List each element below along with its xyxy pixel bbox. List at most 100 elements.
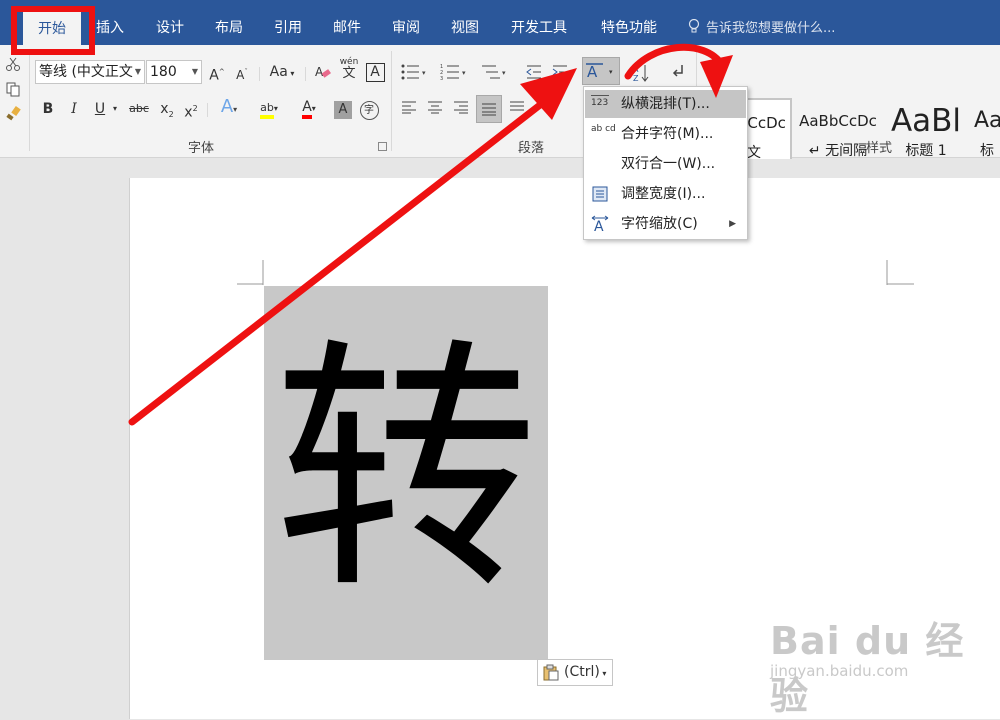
divider — [207, 103, 208, 117]
text-effects-button[interactable]: A▾ — [214, 95, 244, 119]
multilevel-list-button[interactable]: ▾ — [478, 60, 512, 84]
cut-button[interactable] — [2, 53, 24, 77]
distributed-button[interactable] — [506, 97, 528, 121]
ribbon: 等线 (中文正文 ▼ 180 ▼ A^ Aˇ Aa ▾ A wén 文 A B … — [0, 45, 1000, 168]
increase-indent-icon — [552, 65, 567, 79]
menu-item-two-lines-in-one[interactable]: 双行合一(W)... — [585, 150, 746, 178]
submenu-arrow-icon: ▶ — [729, 219, 736, 229]
up-caret-icon: ^ — [218, 68, 225, 76]
align-center-button[interactable] — [424, 97, 446, 121]
svg-text:A: A — [587, 63, 598, 81]
menu-item-label: 字符缩放(C) — [621, 216, 698, 232]
justify-button[interactable] — [476, 95, 502, 123]
tab-layout[interactable]: 布局 — [207, 8, 251, 45]
sort-az-icon: AZ — [633, 65, 649, 83]
paragraph-group-label: 段落 — [518, 141, 545, 156]
align-right-button[interactable] — [450, 97, 472, 121]
tab-view[interactable]: 视图 — [443, 8, 487, 45]
selected-character[interactable]: 转 — [264, 286, 548, 660]
chevron-down-icon: ▼ — [191, 67, 198, 76]
font-dialog-launcher[interactable] — [378, 142, 387, 151]
svg-text:A: A — [633, 65, 639, 74]
copy-icon — [6, 82, 20, 97]
shrink-font-button[interactable]: Aˇ — [231, 60, 253, 84]
phonetic-guide-button[interactable]: wén 文 — [338, 56, 360, 86]
font-color-label: A — [302, 99, 312, 119]
distributed-icon — [510, 101, 524, 111]
font-size-combo[interactable]: 180 ▼ — [146, 60, 202, 84]
svg-text:A: A — [315, 65, 324, 79]
character-border-button[interactable]: A — [364, 60, 386, 84]
multilevel-list-icon: ▾ — [482, 65, 506, 79]
italic-button[interactable]: I — [63, 97, 85, 121]
show-hide-marks-button[interactable] — [667, 60, 689, 84]
chevron-down-icon: ▾ — [273, 104, 278, 113]
menu-item-combine-vertical-horizontal[interactable]: 123 纵横混排(T)... — [585, 90, 746, 118]
combine-characters-icon: ab cd — [591, 124, 616, 134]
svg-text:A: A — [594, 219, 604, 233]
character-shading-button[interactable]: A — [332, 97, 354, 121]
highlight-button[interactable]: ab▾ — [252, 95, 286, 119]
change-case-button[interactable]: Aa ▾ — [264, 60, 300, 84]
enclose-characters-button[interactable]: 字 — [358, 97, 380, 121]
asian-layout-icon: A ▾ — [586, 63, 613, 81]
font-size-value: 180 — [150, 64, 177, 80]
bullet-list-icon: ▾ — [401, 64, 426, 80]
menu-item-character-scaling[interactable]: A 字符缩放(C) ▶ — [585, 210, 746, 238]
style-no-spacing[interactable]: AaBbCcDc ↵ 无间隔 — [796, 98, 880, 168]
font-color-button[interactable]: A▾ — [292, 95, 326, 119]
paste-options-button[interactable]: (Ctrl) ▾ — [537, 659, 613, 686]
sort-button[interactable]: AZ — [630, 60, 652, 84]
style-title[interactable]: Aa 标 — [974, 98, 1000, 168]
tab-references[interactable]: 引用 — [266, 8, 310, 45]
margin-crop-mark — [886, 260, 914, 285]
subscript-mark: 2 — [168, 109, 174, 119]
down-caret-icon: ˇ — [244, 68, 248, 76]
superscript-button[interactable]: x2 — [180, 97, 202, 121]
font-name-value: 等线 (中文正文 — [39, 64, 133, 80]
menu-item-fit-text[interactable]: 调整宽度(I)... — [585, 180, 746, 208]
chevron-down-icon: ▾ — [311, 104, 316, 113]
tab-review[interactable]: 审阅 — [384, 8, 428, 45]
bold-button[interactable]: B — [37, 97, 59, 121]
watermark-url: jingyan.baidu.com — [770, 662, 909, 680]
tab-special-features[interactable]: 特色功能 — [592, 8, 666, 45]
subscript-button[interactable]: x2 — [156, 97, 178, 121]
numbering-button[interactable]: 1 2 3 ▾ — [438, 60, 472, 84]
subscript-base: x — [160, 101, 169, 117]
svg-text:▾: ▾ — [422, 69, 426, 77]
format-painter-button[interactable] — [2, 103, 24, 127]
asian-layout-button[interactable]: A ▾ — [582, 57, 620, 85]
style-heading-1[interactable]: AaBl 标题 1 — [886, 98, 966, 168]
chevron-down-icon: ▾ — [599, 669, 607, 678]
enclose-characters-label: 字 — [359, 101, 379, 120]
strikethrough-button[interactable]: abc — [125, 97, 153, 121]
clear-formatting-button[interactable]: A — [312, 60, 334, 84]
tab-developer[interactable]: 开发工具 — [502, 8, 576, 45]
menu-item-combine-characters[interactable]: ab cd 合并字符(M)... — [585, 120, 746, 148]
tab-mailings[interactable]: 邮件 — [325, 8, 369, 45]
fit-text-icon — [592, 186, 608, 202]
underline-dropdown[interactable]: ▾ — [110, 97, 120, 121]
divider — [305, 67, 306, 81]
svg-text:▾: ▾ — [609, 68, 613, 76]
justify-icon — [482, 103, 496, 116]
grow-font-button[interactable]: A^ — [206, 60, 228, 84]
increase-indent-button[interactable] — [549, 60, 571, 84]
align-left-button[interactable] — [398, 97, 420, 121]
character-border-label: A — [365, 63, 385, 82]
decrease-indent-button[interactable] — [523, 60, 545, 84]
style-name: 标 — [980, 143, 994, 159]
annotation-highlight-box — [11, 6, 95, 55]
tell-me-box[interactable]: 告诉我您想要做什么... — [688, 8, 835, 45]
paintbrush-icon — [6, 106, 21, 121]
menu-item-label: 合并字符(M)... — [621, 126, 714, 142]
svg-text:▾: ▾ — [502, 69, 506, 77]
copy-button[interactable] — [2, 78, 24, 102]
font-name-combo[interactable]: 等线 (中文正文 ▼ — [35, 60, 145, 84]
align-right-icon — [454, 101, 468, 114]
tab-design[interactable]: 设计 — [148, 8, 192, 45]
vertical-horizontal-icon: 123 — [591, 95, 609, 113]
bullets-button[interactable]: ▾ — [398, 60, 432, 84]
underline-button[interactable]: U — [89, 97, 111, 121]
